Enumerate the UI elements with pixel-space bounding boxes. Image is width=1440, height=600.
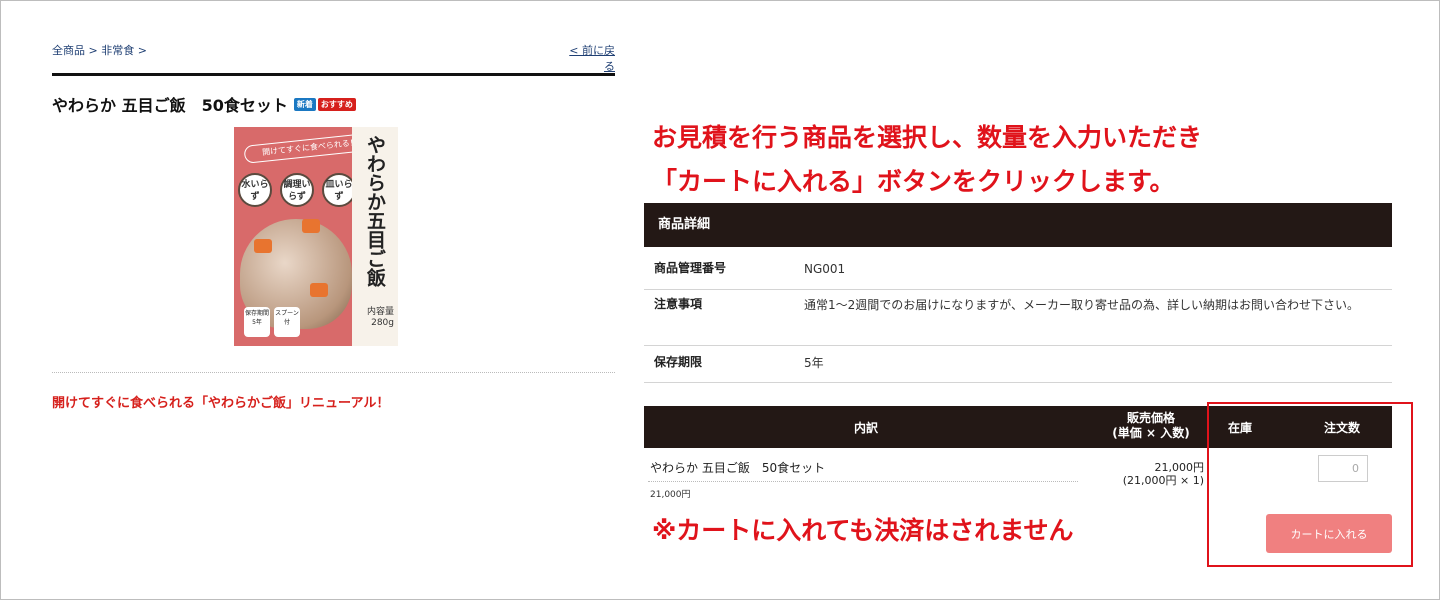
new-badge: 新着 [293,98,316,111]
package-label-text: やわらか五目ご飯 [364,135,386,287]
detail-row: 保存期限 5年 [644,346,1392,383]
package-weight: 内容量280g [366,307,394,328]
package-feature-circles: 水いらず 調理いらず 皿いらず [238,173,358,213]
recommended-badge: おすすめ [317,98,356,111]
product-title: やわらか 五目ご飯 50食セット 新着 おすすめ [52,92,356,116]
order-item-price-total: 21,000円 [1154,461,1205,474]
detail-key: 注意事項 [654,297,703,311]
breadcrumb-all-products[interactable]: 全商品 [52,44,85,57]
detail-value: 5年 [804,356,824,370]
breadcrumb-separator: > [134,44,147,57]
breadcrumb-separator: > [85,44,102,57]
detail-key: 商品管理番号 [654,261,727,275]
package-spoon-mark: スプーン付 [274,307,300,337]
order-item-price: 21,000円 (21,000円 × 1) [1090,461,1204,487]
highlight-box [1207,402,1413,567]
section-divider [52,372,615,373]
package-circle: 調理いらず [280,173,314,207]
column-price-line1: 販売価格 [1126,411,1175,425]
breadcrumb-category[interactable]: 非常食 [101,44,134,57]
order-item-price-detail: (21,000円 × 1) [1122,474,1204,487]
order-item-unit-price: 21,000円 [650,490,691,500]
package-circle: 水いらず [238,173,272,207]
detail-value: 通常1～2週間でのお届けになりますが、メーカー取り寄せ品の為、詳しい納期はお問い… [804,298,1360,312]
carrot-graphic [302,219,320,233]
details-heading: 商品詳細 [644,203,1392,247]
detail-value: NG001 [804,262,846,276]
promo-text: 開けてすぐに食べられる「やわらかご飯」リニューアル！ [52,396,390,411]
instruction-line-2: 「カートに入れる」ボタンをクリックします。 [652,167,1175,196]
detail-row: 注意事項 通常1～2週間でのお届けになりますが、メーカー取り寄せ品の為、詳しい納… [644,290,1392,346]
column-price: 販売価格 (単価 × 入数) [1096,411,1206,441]
carrot-graphic [310,283,328,297]
instruction-annotation: お見積を行う商品を選択し、数量を入力いただき 「カートに入れる」ボタンをクリック… [652,116,1202,204]
package-circle: 皿いらず [322,173,356,207]
carrot-graphic [254,239,272,253]
item-divider [648,481,1078,482]
notice-annotation: ※カートに入れても決済はされません [652,516,1074,545]
instruction-line-1: お見積を行う商品を選択し、数量を入力いただき [652,123,1203,152]
column-price-line2: (単価 × 入数) [1112,426,1190,440]
detail-row: 商品管理番号 NG001 [644,248,1392,290]
back-link[interactable]: < 前に戻る [560,42,615,74]
order-item-name: やわらか 五目ご飯 50食セット [650,461,826,475]
column-breakdown: 内訳 [854,421,879,435]
product-title-text: やわらか 五目ご飯 50食セット [52,96,288,115]
package-storage-mark: 保存期間5年 [244,307,270,337]
product-image: 開けてすぐに食べられる！ 水いらず 調理いらず 皿いらず やわらか五目ご飯 保存… [234,127,398,346]
title-divider [52,73,615,76]
breadcrumb: 全商品 > 非常食 > [52,42,147,58]
detail-key: 保存期限 [654,355,703,369]
